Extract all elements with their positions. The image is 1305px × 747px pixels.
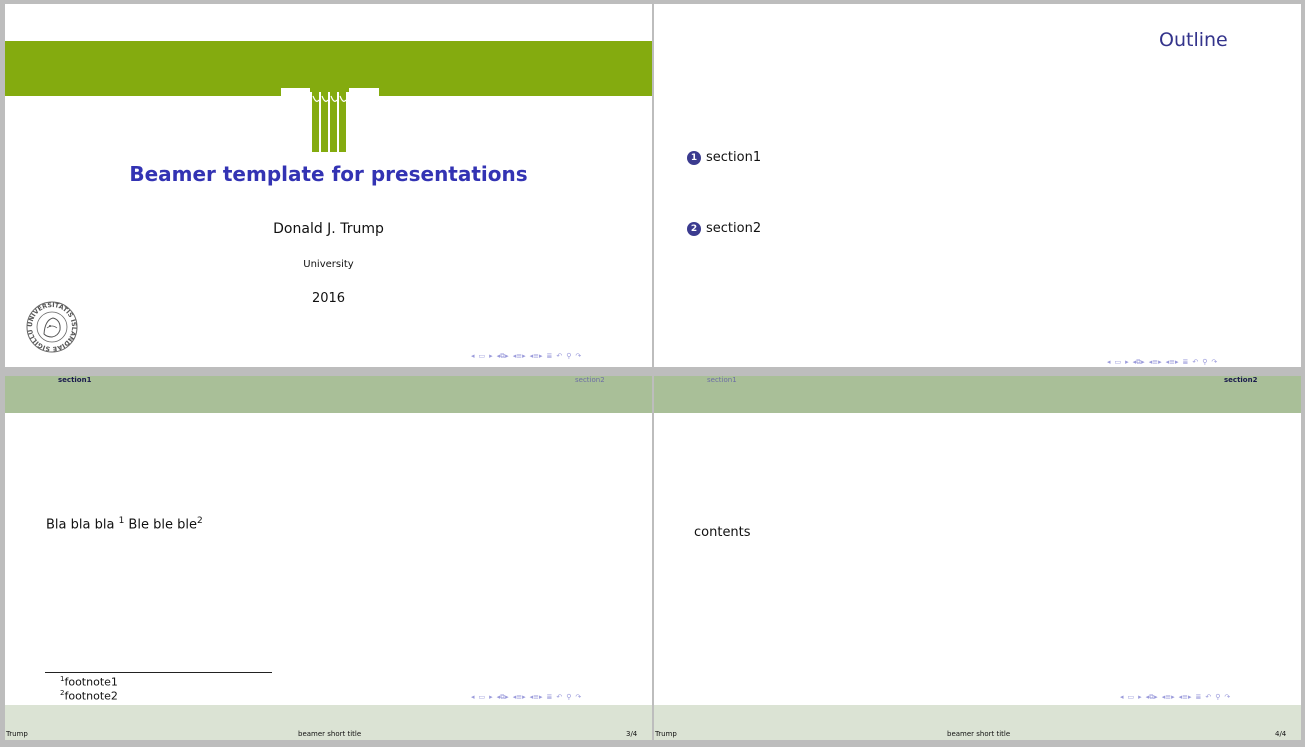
footnote-text: footnote2 xyxy=(64,689,118,703)
author-name: Donald J. Trump xyxy=(273,221,384,237)
arrow-left-icon[interactable]: ◂ xyxy=(1107,358,1111,366)
title-slide: Beamer template for presentations Donald… xyxy=(5,4,652,367)
subsection-icon[interactable]: ◂≡▸ xyxy=(513,352,526,360)
header-section-link[interactable]: section2 xyxy=(575,376,605,385)
header-section-link[interactable]: section1 xyxy=(58,376,91,385)
footnote-rule xyxy=(45,672,272,673)
slide-icon[interactable]: ▭ xyxy=(1115,358,1122,366)
footer-short-title: beamer short title xyxy=(298,730,362,738)
slide-body-text: contents xyxy=(694,525,751,540)
toc-label: section1 xyxy=(706,150,762,165)
arrow-right-icon[interactable]: ▸ xyxy=(1125,358,1129,366)
body-text-part: Ble ble ble xyxy=(124,517,197,533)
header-section-link[interactable]: section1 xyxy=(707,376,737,385)
frame-icon[interactable]: ◂⧉▸ xyxy=(1133,358,1145,366)
back-icon[interactable]: ↶ xyxy=(1205,693,1211,701)
university-seal: UNIVERSITATIS ISLANDIAE SIGILLUM xyxy=(25,300,78,353)
footer-author: Trump xyxy=(655,730,677,738)
arrow-left-icon[interactable]: ◂ xyxy=(471,352,475,360)
toc-number-ball: 1 xyxy=(687,150,701,165)
footnote: 2footnote2 xyxy=(60,689,118,703)
section-header-bar xyxy=(654,376,1301,413)
frame-title: Outline xyxy=(1159,29,1228,51)
forward-icon[interactable]: ↷ xyxy=(1224,693,1230,701)
presentation-date: 2016 xyxy=(311,291,346,306)
back-icon[interactable]: ↶ xyxy=(556,693,562,701)
footnote-slide: section1 section2 Bla bla bla 1 Ble ble … xyxy=(5,376,652,740)
institute-name: University xyxy=(303,259,354,270)
footnote: 1footnote1 xyxy=(60,675,118,689)
subsection-icon[interactable]: ◂≡▸ xyxy=(1149,358,1162,366)
contents-slide: section1 section2 contents ◂ ▭ ▸ ◂⧉▸ ◂≡▸ ◂… xyxy=(654,376,1301,740)
doc-icon[interactable]: ≣ xyxy=(547,352,553,360)
toc-item[interactable]: 1 section1 xyxy=(687,150,761,165)
back-icon[interactable]: ↶ xyxy=(556,352,562,360)
search-icon[interactable]: ⚲ xyxy=(1202,358,1207,366)
footer-short-title: beamer short title xyxy=(947,730,1011,738)
body-text-part: Bla bla bla xyxy=(46,517,119,533)
toc-item[interactable]: 2 section2 xyxy=(687,221,761,236)
section-icon[interactable]: ◂≡▸ xyxy=(1179,693,1192,701)
arrow-right-icon[interactable]: ▸ xyxy=(1138,693,1142,701)
slide-icon[interactable]: ▭ xyxy=(1128,693,1135,701)
section-icon[interactable]: ◂≡▸ xyxy=(530,352,543,360)
doc-icon[interactable]: ≣ xyxy=(547,693,553,701)
footer-page-number: 4/4 xyxy=(1275,730,1287,738)
forward-icon[interactable]: ↷ xyxy=(1211,358,1217,366)
slide-body-text: Bla bla bla 1 Ble ble ble2 xyxy=(46,516,203,532)
subsection-icon[interactable]: ◂≡▸ xyxy=(513,693,526,701)
outline-slide: Outline 1 section1 2 section2 ◂ ▭ ▸ ◂⧉▸ ◂≡… xyxy=(654,4,1301,367)
forward-icon[interactable]: ↷ xyxy=(575,352,581,360)
frame-icon[interactable]: ◂⧉▸ xyxy=(497,352,509,360)
toc-number-ball: 2 xyxy=(687,221,701,236)
header-section-link[interactable]: section2 xyxy=(1224,376,1257,385)
presentation-title: Beamer template for presentations xyxy=(129,162,528,186)
university-logo xyxy=(307,78,352,152)
frame-icon[interactable]: ◂⧉▸ xyxy=(497,693,509,701)
arrow-right-icon[interactable]: ▸ xyxy=(489,693,493,701)
navigation-symbols[interactable]: ◂ ▭ ▸ ◂⧉▸ ◂≡▸ ◂≡▸ ≣ ↶ ⚲ ↷ xyxy=(471,693,581,701)
footer-author: Trump xyxy=(6,730,28,738)
arrow-right-icon[interactable]: ▸ xyxy=(489,352,493,360)
navigation-symbols[interactable]: ◂ ▭ ▸ ◂⧉▸ ◂≡▸ ◂≡▸ ≣ ↶ ⚲ ↷ xyxy=(1120,693,1230,701)
slide-icon[interactable]: ▭ xyxy=(479,352,486,360)
arrow-left-icon[interactable]: ◂ xyxy=(1120,693,1124,701)
slide-icon[interactable]: ▭ xyxy=(479,693,486,701)
footer-page-number: 3/4 xyxy=(626,730,638,738)
arrow-left-icon[interactable]: ◂ xyxy=(471,693,475,701)
forward-icon[interactable]: ↷ xyxy=(575,693,581,701)
subsection-icon[interactable]: ◂≡▸ xyxy=(1162,693,1175,701)
footnote-text: footnote1 xyxy=(64,675,118,689)
footnote-mark[interactable]: 2 xyxy=(197,516,203,526)
doc-icon[interactable]: ≣ xyxy=(1196,693,1202,701)
search-icon[interactable]: ⚲ xyxy=(566,693,571,701)
navigation-symbols[interactable]: ◂ ▭ ▸ ◂⧉▸ ◂≡▸ ◂≡▸ ≣ ↶ ⚲ ↷ xyxy=(471,352,581,360)
section-icon[interactable]: ◂≡▸ xyxy=(530,693,543,701)
search-icon[interactable]: ⚲ xyxy=(1215,693,1220,701)
doc-icon[interactable]: ≣ xyxy=(1183,358,1189,366)
frame-icon[interactable]: ◂⧉▸ xyxy=(1146,693,1158,701)
search-icon[interactable]: ⚲ xyxy=(566,352,571,360)
section-header-bar xyxy=(5,376,652,413)
navigation-symbols[interactable]: ◂ ▭ ▸ ◂⧉▸ ◂≡▸ ◂≡▸ ≣ ↶ ⚲ ↷ xyxy=(1107,358,1217,366)
back-icon[interactable]: ↶ xyxy=(1192,358,1198,366)
toc-label: section2 xyxy=(706,221,762,236)
section-icon[interactable]: ◂≡▸ xyxy=(1166,358,1179,366)
